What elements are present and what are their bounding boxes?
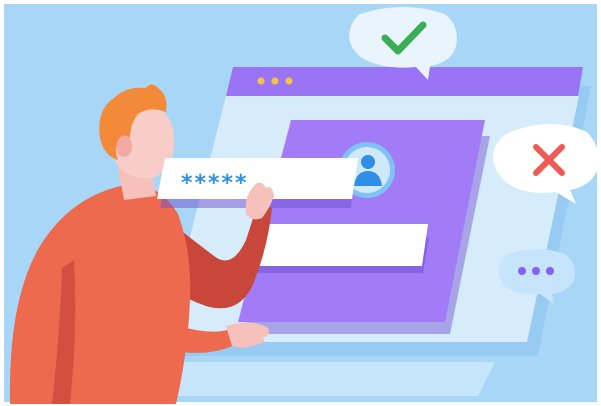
window-controls-icon[interactable] — [257, 77, 293, 85]
second-input-field[interactable] — [255, 224, 429, 273]
password-mask: ***** — [181, 171, 249, 196]
window-title-bar — [226, 67, 583, 96]
login-illustration: ***** — [0, 0, 601, 406]
floor-highlight — [150, 362, 495, 396]
illustration-canvas: ***** — [4, 4, 599, 404]
ellipsis-icon — [518, 267, 554, 275]
